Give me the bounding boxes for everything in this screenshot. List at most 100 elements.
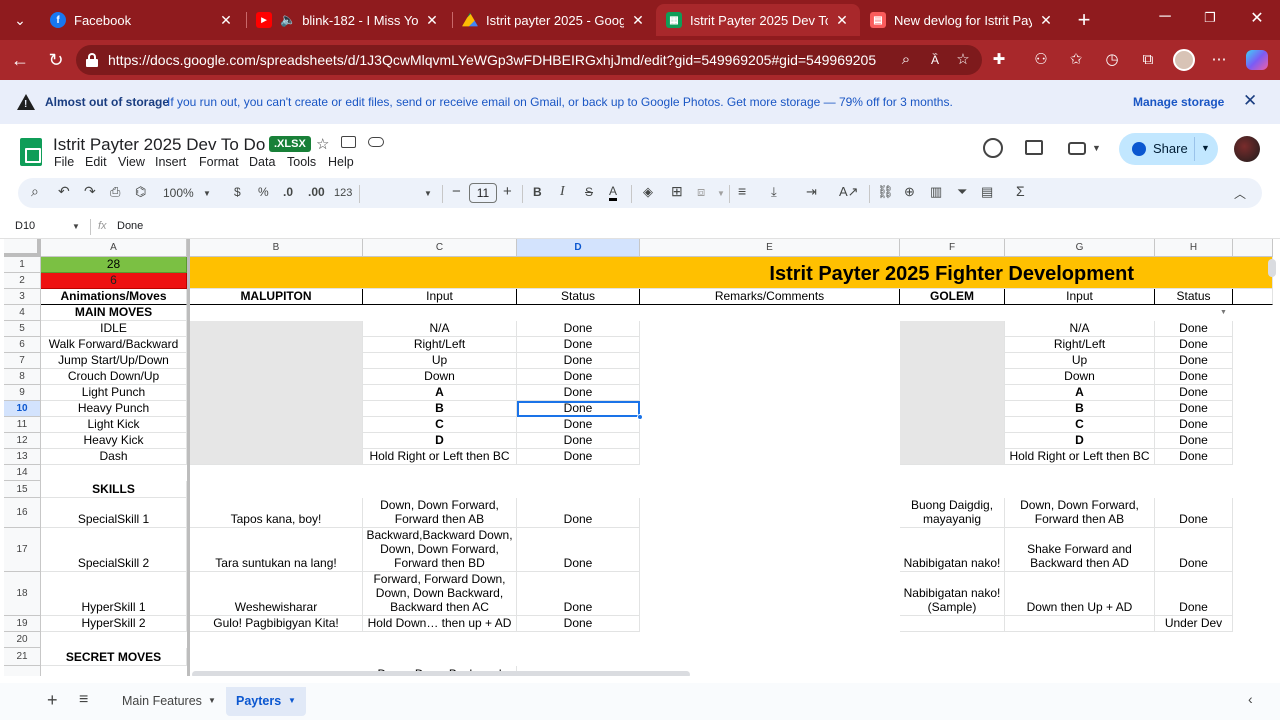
- italic-icon[interactable]: I: [560, 184, 565, 200]
- zoom-select[interactable]: 100%: [163, 186, 194, 200]
- row-header[interactable]: 19: [4, 616, 41, 632]
- skill-status-golem[interactable]: Done: [1155, 528, 1233, 572]
- browser-tab-facebook[interactable]: f Facebook ✕: [40, 4, 244, 36]
- skill-quote[interactable]: Tara suntukan na lang!: [190, 528, 363, 572]
- skill-status[interactable]: Done: [517, 528, 640, 572]
- skill-input-golem[interactable]: [1005, 616, 1155, 632]
- move-input-golem[interactable]: N/A: [1005, 321, 1155, 337]
- skill-name[interactable]: HyperSkill 1: [41, 572, 187, 616]
- row-header[interactable]: 14: [4, 465, 41, 481]
- meet-dropdown-icon[interactable]: ▼: [1092, 143, 1101, 153]
- manage-storage-link[interactable]: Manage storage: [1133, 95, 1224, 109]
- formula-input[interactable]: Done: [117, 220, 143, 232]
- move-status[interactable]: Done: [517, 321, 640, 337]
- move-input-golem[interactable]: D: [1005, 433, 1155, 449]
- fill-color-icon[interactable]: ◈: [643, 184, 653, 200]
- skill-input[interactable]: Hold Down… then up + AD: [363, 616, 517, 632]
- favorite-star-icon[interactable]: ☆: [953, 50, 973, 70]
- vertical-scrollbar[interactable]: [1268, 259, 1276, 277]
- text-color-icon[interactable]: A: [609, 185, 618, 201]
- percent-format-button[interactable]: %: [258, 185, 269, 199]
- skill-quote-golem[interactable]: [900, 616, 1005, 632]
- insert-chart-icon[interactable]: ▥: [930, 184, 942, 200]
- row-header[interactable]: 17: [4, 528, 41, 572]
- skill-status-golem[interactable]: Done: [1155, 498, 1233, 528]
- menu-tools[interactable]: Tools: [287, 155, 316, 169]
- skill-quote-golem[interactable]: Nabibigatan nako!: [900, 528, 1005, 572]
- name-box[interactable]: D10: [15, 220, 35, 232]
- collapse-toolbar-icon[interactable]: ︿: [1234, 185, 1246, 202]
- paint-format-icon[interactable]: ⌬: [135, 184, 146, 200]
- move-folder-icon[interactable]: [341, 136, 356, 148]
- header-malupiton[interactable]: MALUPITON: [190, 289, 363, 305]
- section-secret-moves[interactable]: SECRET MOVES: [41, 648, 187, 666]
- extensions-icon[interactable]: ✚: [989, 50, 1009, 70]
- tab-actions-icon[interactable]: ⌄: [8, 8, 32, 32]
- close-tab-icon[interactable]: ✕: [630, 12, 646, 29]
- move-status-golem[interactable]: Done: [1155, 369, 1233, 385]
- filter-dropdown-icon[interactable]: ▼: [1220, 309, 1227, 316]
- new-tab-icon[interactable]: +: [1070, 6, 1098, 34]
- move-input-golem[interactable]: Hold Right or Left then BC: [1005, 449, 1155, 465]
- row-header[interactable]: 4: [4, 305, 41, 321]
- skill-status[interactable]: Done: [517, 498, 640, 528]
- all-sheets-icon[interactable]: ≡: [79, 691, 88, 709]
- move-input[interactable]: A: [363, 385, 517, 401]
- insert-link-icon[interactable]: ⛓: [877, 184, 894, 200]
- explore-collapse-icon[interactable]: ‹: [1248, 691, 1253, 707]
- header-status[interactable]: Status: [517, 289, 640, 305]
- skill-quote[interactable]: Tapos kana, boy!: [190, 498, 363, 528]
- move-input-golem[interactable]: B: [1005, 401, 1155, 417]
- header-status-golem[interactable]: Status: [1155, 289, 1233, 305]
- row-header[interactable]: 2: [4, 273, 41, 289]
- history-icon[interactable]: ◷: [1102, 50, 1122, 70]
- meet-icon[interactable]: [1068, 142, 1086, 155]
- close-window-icon[interactable]: ✕: [1242, 8, 1272, 28]
- close-tab-icon[interactable]: ✕: [218, 12, 234, 29]
- fill-handle[interactable]: [637, 414, 643, 420]
- merged-cell-f5[interactable]: [900, 321, 1005, 465]
- comments-icon[interactable]: [1025, 140, 1043, 155]
- name-box-dropdown-icon[interactable]: ▼: [72, 222, 80, 231]
- horizontal-align-icon[interactable]: ≡: [738, 183, 746, 199]
- move-status[interactable]: Done: [517, 337, 640, 353]
- close-tab-icon[interactable]: ✕: [834, 12, 850, 29]
- row-header[interactable]: 16: [4, 498, 41, 528]
- skill-input-golem[interactable]: Shake Forward and Backward then AD: [1005, 528, 1155, 572]
- menu-help[interactable]: Help: [328, 155, 354, 169]
- cell-a2[interactable]: 6: [41, 273, 187, 289]
- header-animations[interactable]: Animations/Moves: [41, 289, 187, 305]
- row-header[interactable]: 13: [4, 449, 41, 465]
- skill-input[interactable]: Forward, Forward Down, Down, Down Backwa…: [363, 572, 517, 616]
- sheet-tab-menu-icon[interactable]: ▼: [208, 696, 216, 705]
- search-menus-icon[interactable]: ⌕: [31, 183, 39, 200]
- move-input[interactable]: Down: [363, 369, 517, 385]
- move-input-golem[interactable]: Down: [1005, 369, 1155, 385]
- selected-cell-d10[interactable]: Done: [517, 401, 640, 417]
- minimize-icon[interactable]: ─: [1150, 8, 1180, 26]
- cloud-status-icon[interactable]: [368, 137, 384, 147]
- section-main-moves[interactable]: MAIN MOVES: [41, 305, 187, 321]
- move-input[interactable]: Hold Right or Left then BC: [363, 449, 517, 465]
- move-name[interactable]: Heavy Punch: [41, 401, 187, 417]
- share-dropdown-icon[interactable]: ▼: [1201, 143, 1210, 153]
- menu-insert[interactable]: Insert: [155, 155, 186, 169]
- currency-format-button[interactable]: $: [234, 185, 241, 199]
- menu-edit[interactable]: Edit: [85, 155, 107, 169]
- number-format-button[interactable]: 123: [334, 187, 352, 199]
- decrease-decimal-button[interactable]: .0: [283, 185, 293, 199]
- move-name[interactable]: Dash: [41, 449, 187, 465]
- skill-input[interactable]: Down, Down Forward, Forward then AB: [363, 498, 517, 528]
- column-header-g[interactable]: G: [1005, 239, 1155, 257]
- select-all-corner[interactable]: [4, 239, 41, 257]
- merge-dropdown-icon[interactable]: ▼: [717, 189, 725, 198]
- title-banner[interactable]: Istrit Payter 2025 Fighter Development: [190, 257, 1273, 289]
- move-status-golem[interactable]: Done: [1155, 353, 1233, 369]
- move-status[interactable]: Done: [517, 369, 640, 385]
- copilot-icon[interactable]: [1246, 50, 1268, 70]
- skill-status[interactable]: Done: [517, 616, 640, 632]
- cell-a1[interactable]: 28: [41, 257, 187, 273]
- sheet-tab-main-features[interactable]: Main Features ▼: [113, 687, 225, 716]
- move-status[interactable]: Done: [517, 433, 640, 449]
- refresh-icon[interactable]: ↻: [44, 48, 68, 72]
